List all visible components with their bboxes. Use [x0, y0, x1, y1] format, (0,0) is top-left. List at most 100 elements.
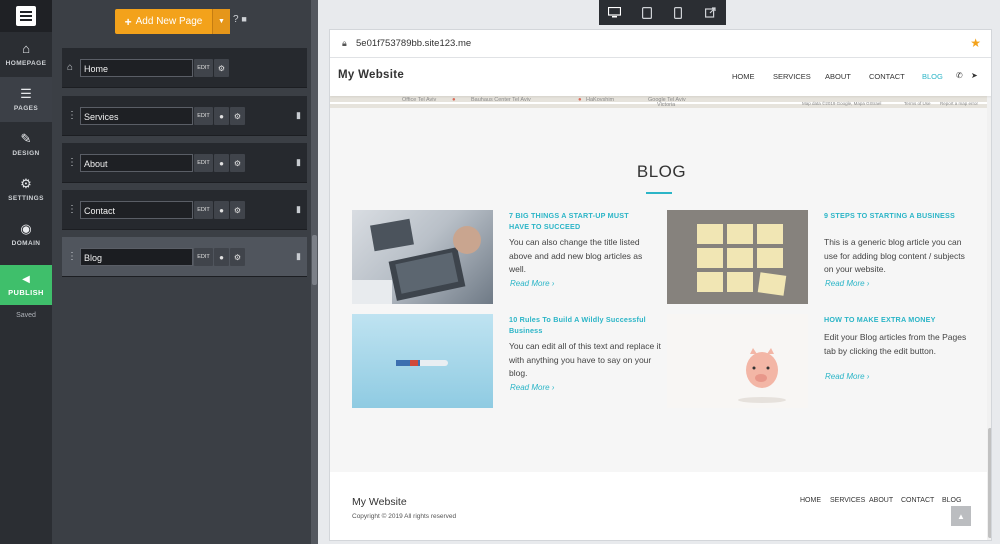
page-design-button[interactable]: ●: [214, 154, 229, 172]
post-title[interactable]: 7 BIG THINGS A START-UP MUST HAVE TO SUC…: [509, 210, 651, 232]
trash-icon[interactable]: ▮: [296, 157, 301, 168]
trash-icon[interactable]: ▮: [296, 204, 301, 215]
post-excerpt: You can edit all of this text and replac…: [509, 341, 661, 378]
gear-icon: ⚙: [233, 252, 242, 262]
read-more-link[interactable]: Read More ›: [510, 383, 554, 392]
edit-page-button[interactable]: EDIT: [194, 59, 213, 77]
brush-icon: ✎: [20, 131, 32, 146]
edit-page-button[interactable]: EDIT: [194, 154, 213, 172]
trash-icon[interactable]: ▮: [296, 251, 301, 262]
page-settings-button[interactable]: ⚙: [230, 201, 245, 219]
page-row-home[interactable]: ⌂ Home EDIT ⚙: [62, 48, 307, 88]
help-icon[interactable]: ?: [233, 14, 239, 25]
post-excerpt: You can also change the title listed abo…: [509, 237, 643, 274]
edit-page-button[interactable]: EDIT: [194, 107, 213, 125]
nav-about[interactable]: ABOUT: [825, 72, 851, 81]
rail-item-pages[interactable]: ☰ PAGES: [0, 77, 52, 122]
plus-icon: +: [124, 14, 132, 29]
page-row-blog[interactable]: ⋮⋮ Blog EDIT ● ⚙ ▮: [62, 237, 307, 277]
rail-item-label: HOMEPAGE: [5, 60, 47, 67]
post-image-blue[interactable]: [352, 314, 493, 408]
panel-scrollbar[interactable]: [311, 0, 318, 544]
location-arrow-icon[interactable]: ➤: [971, 71, 978, 80]
page-settings-button[interactable]: ⚙: [214, 59, 229, 77]
gear-icon: ⚙: [233, 111, 242, 121]
page-design-button[interactable]: ●: [214, 248, 229, 266]
rail-item-label: SETTINGS: [8, 195, 44, 202]
back-to-top-button[interactable]: ▲: [951, 506, 971, 526]
footer-link-services[interactable]: SERVICES: [830, 497, 865, 504]
page-settings-button[interactable]: ⚙: [230, 248, 245, 266]
footer-link-blog[interactable]: BLOG: [942, 497, 961, 504]
open-preview-button[interactable]: [694, 0, 726, 25]
blog-heading: BLOG: [636, 162, 687, 181]
edit-page-button[interactable]: EDIT: [194, 248, 213, 266]
map-label: HaKovshim: [586, 97, 615, 103]
post-image-laptop[interactable]: [352, 210, 493, 304]
map-report-link[interactable]: Report a map error: [940, 101, 978, 106]
nav-home[interactable]: HOME: [732, 72, 755, 81]
rail-item-homepage[interactable]: ⌂ HOMEPAGE: [0, 32, 52, 77]
page-settings-button[interactable]: ⚙: [230, 107, 245, 125]
read-more-link[interactable]: Read More ›: [825, 372, 869, 381]
map-pin-icon: ●: [578, 97, 582, 103]
page-name-input[interactable]: Services: [80, 107, 193, 125]
globe-icon: ◉: [20, 221, 32, 236]
post-image-piggy-bank[interactable]: [667, 314, 808, 408]
rail-item-label: PAGES: [13, 105, 39, 112]
footer-title[interactable]: My Website: [352, 496, 407, 508]
page-name-input[interactable]: About: [80, 154, 193, 172]
page-design-button[interactable]: ●: [214, 107, 229, 125]
gear-icon: ⚙: [233, 205, 242, 215]
map-pin-icon: ●: [452, 97, 456, 103]
trash-icon[interactable]: ▮: [296, 110, 301, 121]
mobile-view-button[interactable]: [663, 0, 695, 25]
post-title[interactable]: HOW TO MAKE EXTRA MONEY: [824, 314, 966, 325]
page-row-about[interactable]: ⋮⋮ About EDIT ● ⚙ ▮: [62, 143, 307, 183]
nav-blog[interactable]: BLOG: [922, 72, 943, 81]
post-title[interactable]: 10 Rules To Build A Wildly Successful Bu…: [509, 314, 651, 336]
map-strip[interactable]: Office Tel Aviv ● Bauhaus Center Tel Avi…: [330, 96, 991, 108]
footer-link-contact[interactable]: CONTACT: [901, 497, 934, 504]
add-page-dropdown-button[interactable]: ▼: [212, 9, 230, 34]
nav-contact[interactable]: CONTACT: [869, 72, 905, 81]
nav-services[interactable]: SERVICES: [773, 72, 811, 81]
gear-icon: ⚙: [217, 63, 226, 73]
device-toolbar: [599, 0, 726, 25]
footer-link-about[interactable]: ABOUT: [869, 497, 893, 504]
publish-button[interactable]: ◀ PUBLISH: [0, 265, 52, 305]
map-terms-link[interactable]: Terms of Use: [904, 101, 931, 106]
rail-item-design[interactable]: ✎ DESIGN: [0, 122, 52, 167]
page-row-contact[interactable]: ⋮⋮ Contact EDIT ● ⚙ ▮: [62, 190, 307, 230]
page-name-input[interactable]: Home: [80, 59, 193, 77]
page-row-services[interactable]: ⋮⋮ Services EDIT ● ⚙ ▮: [62, 96, 307, 136]
page-design-button[interactable]: ●: [214, 201, 229, 219]
desktop-icon: [608, 7, 622, 18]
chevron-up-icon: ▲: [957, 511, 965, 521]
post-title[interactable]: 9 STEPS TO STARTING A BUSINESS: [824, 210, 966, 221]
edit-page-button[interactable]: EDIT: [194, 201, 213, 219]
read-more-link[interactable]: Read More ›: [825, 279, 869, 288]
video-icon[interactable]: ■: [241, 14, 246, 24]
site-footer: My Website Copyright © 2019 All rights r…: [330, 472, 991, 540]
map-label: Office Tel Aviv: [402, 97, 437, 103]
home-icon: ⌂: [22, 41, 30, 56]
read-more-link[interactable]: Read More ›: [510, 279, 554, 288]
desktop-view-button[interactable]: [599, 0, 631, 25]
page-name-input[interactable]: Blog: [80, 248, 193, 266]
site-title[interactable]: My Website: [338, 69, 404, 81]
star-icon[interactable]: ★: [970, 36, 981, 50]
tablet-view-button[interactable]: [631, 0, 663, 25]
post-image-sticky-notes[interactable]: [667, 210, 808, 304]
rail-item-domain[interactable]: ◉ DOMAIN: [0, 212, 52, 257]
preview-scrollbar[interactable]: [987, 58, 991, 540]
footer-link-home[interactable]: HOME: [800, 497, 821, 504]
page-settings-button[interactable]: ⚙: [230, 154, 245, 172]
address-bar[interactable]: 🔒︎ 5e01f753789bb.site123.me ★: [330, 30, 991, 58]
phone-icon[interactable]: ✆: [956, 71, 963, 80]
heading-divider: [646, 192, 672, 194]
page-name-input[interactable]: Contact: [80, 201, 193, 219]
rail-item-settings[interactable]: ⚙ SETTINGS: [0, 167, 52, 212]
app-logo[interactable]: [0, 0, 52, 32]
editor-rail: ⌂ HOMEPAGE ☰ PAGES ✎ DESIGN ⚙ SETTINGS ◉…: [0, 0, 52, 544]
